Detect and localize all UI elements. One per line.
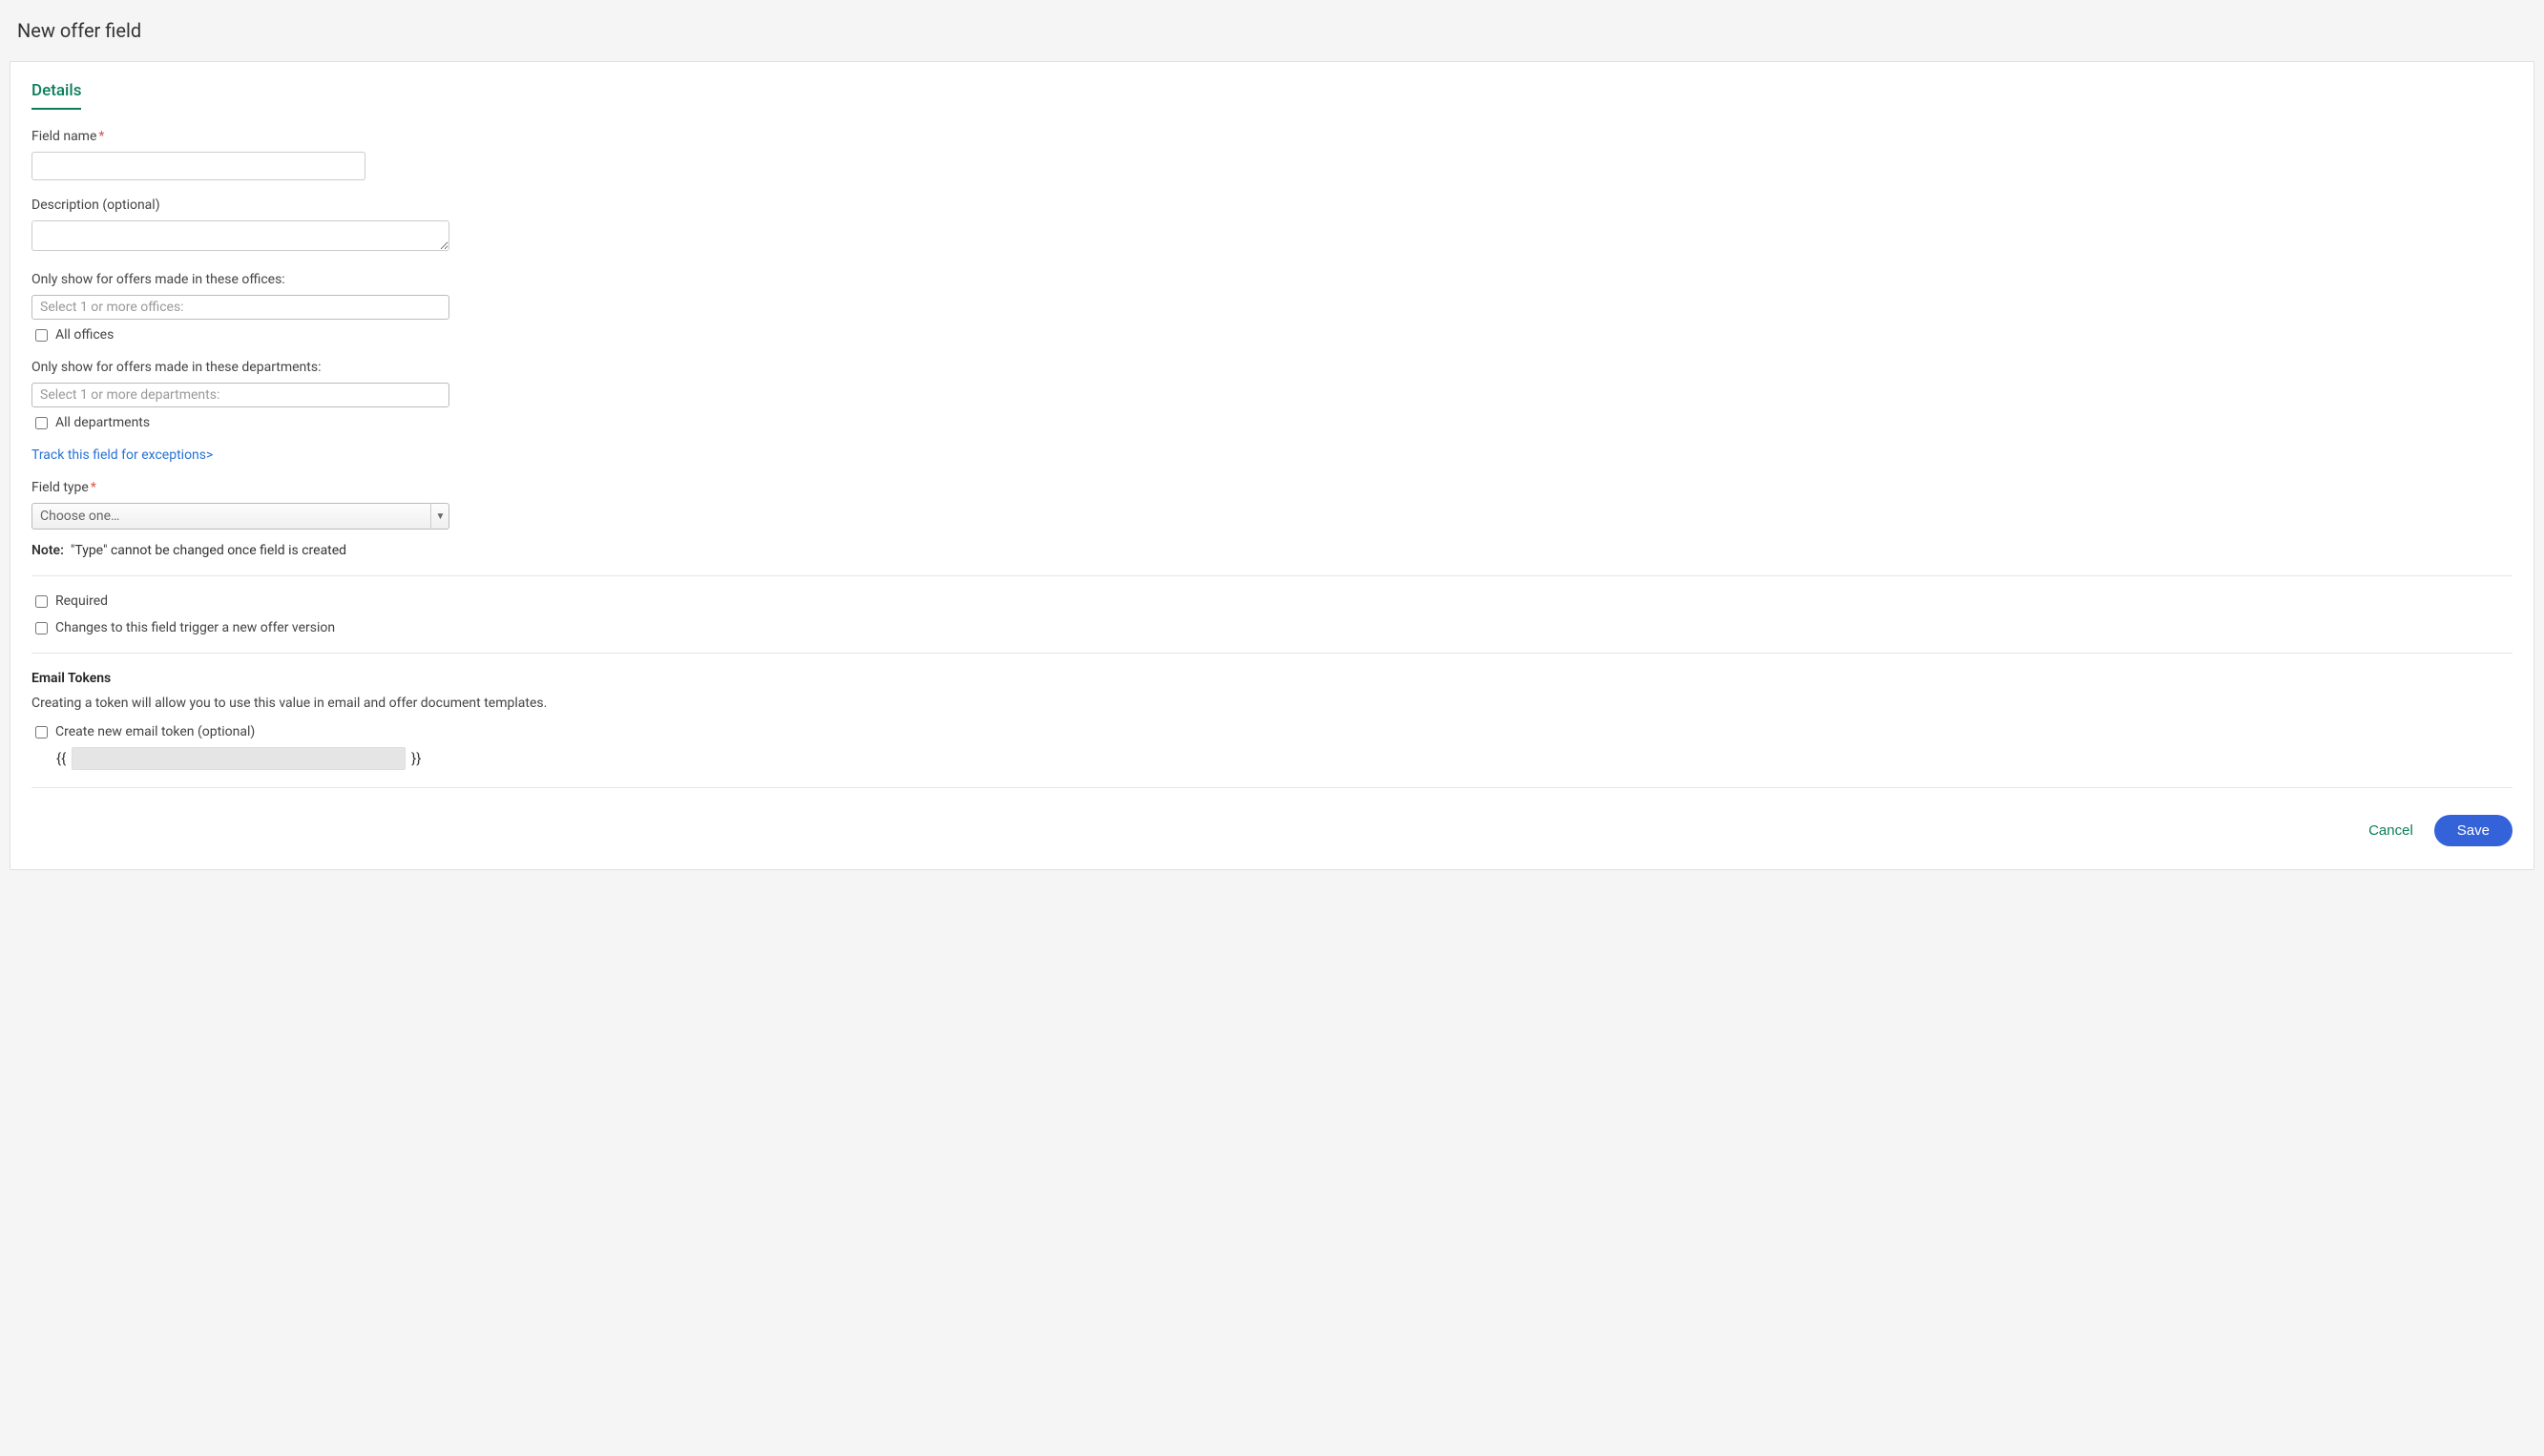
required-checkbox[interactable] (35, 595, 48, 608)
required-label[interactable]: Required (55, 593, 108, 609)
create-email-token-label[interactable]: Create new email token (optional) (55, 724, 255, 739)
field-type-note: Note: "Type" cannot be changed once fiel… (31, 543, 2513, 558)
page-title: New offer field (10, 19, 2534, 42)
cancel-button[interactable]: Cancel (2365, 815, 2417, 846)
offices-multiselect[interactable]: Select 1 or more offices: (31, 295, 449, 320)
track-exceptions-link[interactable]: Track this field for exceptions> (31, 447, 213, 463)
email-tokens-description: Creating a token will allow you to use t… (31, 696, 2513, 711)
form-panel: Details Field name* Description (optiona… (10, 61, 2534, 870)
divider (31, 787, 2513, 788)
email-tokens-heading: Email Tokens (31, 671, 2513, 686)
all-departments-label[interactable]: All departments (55, 415, 150, 430)
required-star-icon: * (91, 480, 96, 495)
save-button[interactable]: Save (2434, 815, 2513, 846)
trigger-version-label[interactable]: Changes to this field trigger a new offe… (55, 620, 335, 635)
all-departments-checkbox[interactable] (35, 417, 48, 429)
create-email-token-checkbox[interactable] (35, 726, 48, 738)
all-offices-label[interactable]: All offices (55, 327, 114, 343)
all-offices-checkbox[interactable] (35, 329, 48, 342)
departments-multiselect[interactable]: Select 1 or more departments: (31, 383, 449, 407)
description-textarea[interactable] (31, 220, 449, 251)
offices-label: Only show for offers made in these offic… (31, 272, 2513, 287)
field-type-label: Field type* (31, 480, 2513, 495)
tab-details[interactable]: Details (31, 81, 81, 110)
required-star-icon: * (98, 129, 104, 144)
description-label: Description (optional) (31, 198, 2513, 213)
trigger-version-checkbox[interactable] (35, 622, 48, 634)
divider (31, 575, 2513, 576)
field-name-input[interactable] (31, 152, 365, 180)
field-name-label: Field name* (31, 129, 2513, 144)
departments-label: Only show for offers made in these depar… (31, 360, 2513, 375)
divider (31, 653, 2513, 654)
token-brace-close: }} (411, 750, 421, 767)
email-token-input (72, 747, 406, 770)
field-type-select[interactable]: Choose one… (31, 503, 449, 530)
token-brace-open: {{ (56, 750, 66, 767)
